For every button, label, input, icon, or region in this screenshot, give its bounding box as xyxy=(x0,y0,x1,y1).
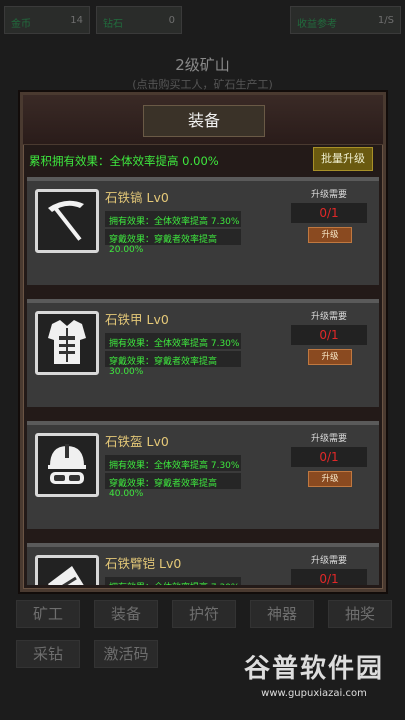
watermark-text: 谷普软件园 xyxy=(243,654,384,684)
pickaxe-icon xyxy=(35,189,99,253)
gold-value: 14 xyxy=(70,15,83,26)
wear-effect: 穿戴效果：穿戴者效率提高 40.00% xyxy=(105,473,241,499)
upgrade-cost: 0/1 xyxy=(291,447,367,467)
income-value: 1/S xyxy=(377,15,394,26)
watermark-url: www.gupuxiazai.com xyxy=(261,688,367,699)
upgrade-button[interactable]: 升级 xyxy=(308,227,352,243)
own-effect: 拥有效果：全体效率提高 7.30% xyxy=(105,455,241,471)
wear-effect: 穿戴效果：穿戴者效率提高 20.00% xyxy=(105,229,241,255)
income-counter: 收益参考 1/S xyxy=(290,6,401,34)
diamond-value: 0 xyxy=(168,15,175,26)
upgrade-button[interactable]: 升级 xyxy=(308,349,352,365)
upgrade-cost: 0/1 xyxy=(291,569,367,585)
diamond-label: 钻石 xyxy=(103,19,123,30)
equipment-name: 石铁甲 Lv0 xyxy=(105,312,169,327)
gold-label: 金币 xyxy=(11,19,31,30)
bracer-icon xyxy=(35,555,99,585)
gold-counter: 金币 14 xyxy=(4,6,90,34)
diamond-counter: 钻石 0 xyxy=(96,6,182,34)
upgrade-cost: 0/1 xyxy=(291,325,367,345)
upgrade-need-label: 升级需要 xyxy=(311,312,348,322)
watermark: 谷普软件园 www.gupuxiazai.com xyxy=(226,648,402,716)
equipment-card-armor: 石铁甲 Lv0 拥有效果：全体效率提高 7.30% 穿戴效果：穿戴者效率提高 3… xyxy=(27,299,379,407)
equipment-name: 石铁臂铠 Lv0 xyxy=(105,556,182,571)
dialog-header: 装备 xyxy=(23,95,383,145)
own-effect: 拥有效果：全体效率提高 7.30% xyxy=(105,577,241,585)
equipment-button[interactable]: 装备 xyxy=(94,600,158,628)
diamond-mining-button[interactable]: 采钻 xyxy=(16,640,80,668)
own-effect: 拥有效果：全体效率提高 7.30% xyxy=(105,333,241,349)
upgrade-need-label: 升级需要 xyxy=(311,556,348,566)
resource-bar: 金币 14 钻石 0 收益参考 1/S xyxy=(4,6,401,36)
amulet-button[interactable]: 护符 xyxy=(172,600,236,628)
wear-effect: 穿戴效果：穿戴者效率提高 30.00% xyxy=(105,351,241,377)
equipment-card-bracer: 石铁臂铠 Lv0 拥有效果：全体效率提高 7.30% 升级需要 0/1 xyxy=(27,543,379,585)
upgrade-button[interactable]: 升级 xyxy=(308,471,352,487)
activation-code-button[interactable]: 激活码 xyxy=(94,640,158,668)
upgrade-need-label: 升级需要 xyxy=(311,190,348,200)
equipment-card-pickaxe: 石铁镐 Lv0 拥有效果：全体效率提高 7.30% 穿戴效果：穿戴者效率提高 2… xyxy=(27,177,379,285)
own-effect: 拥有效果：全体效率提高 7.30% xyxy=(105,211,241,227)
artifact-button[interactable]: 神器 xyxy=(250,600,314,628)
income-label: 收益参考 xyxy=(297,19,337,30)
batch-upgrade-button[interactable]: 批量升级 xyxy=(313,147,373,171)
equipment-card-helmet: 石铁盔 Lv0 拥有效果：全体效率提高 7.30% 穿戴效果：穿戴者效率提高 4… xyxy=(27,421,379,529)
equipment-name: 石铁镐 Lv0 xyxy=(105,190,169,205)
mine-title: 2级矿山 xyxy=(175,56,230,74)
lottery-button[interactable]: 抽奖 xyxy=(328,600,392,628)
armor-icon xyxy=(35,311,99,375)
equipment-dialog: 装备 累积拥有效果：全体效率提高 0.00% 批量升级 石铁镐 Lv0 拥有效果… xyxy=(20,92,386,592)
equipment-name: 石铁盔 Lv0 xyxy=(105,434,169,449)
cumulative-effect: 累积拥有效果：全体效率提高 0.00% xyxy=(29,154,219,168)
equipment-list[interactable]: 石铁镐 Lv0 拥有效果：全体效率提高 7.30% 穿戴效果：穿戴者效率提高 2… xyxy=(27,177,379,585)
upgrade-need-label: 升级需要 xyxy=(311,434,348,444)
dialog-title: 装备 xyxy=(143,105,265,137)
mine-subtitle: (点击购买工人，矿石生产工) xyxy=(132,78,273,91)
upgrade-cost: 0/1 xyxy=(291,203,367,223)
helmet-icon xyxy=(35,433,99,497)
miners-button[interactable]: 矿工 xyxy=(16,600,80,628)
